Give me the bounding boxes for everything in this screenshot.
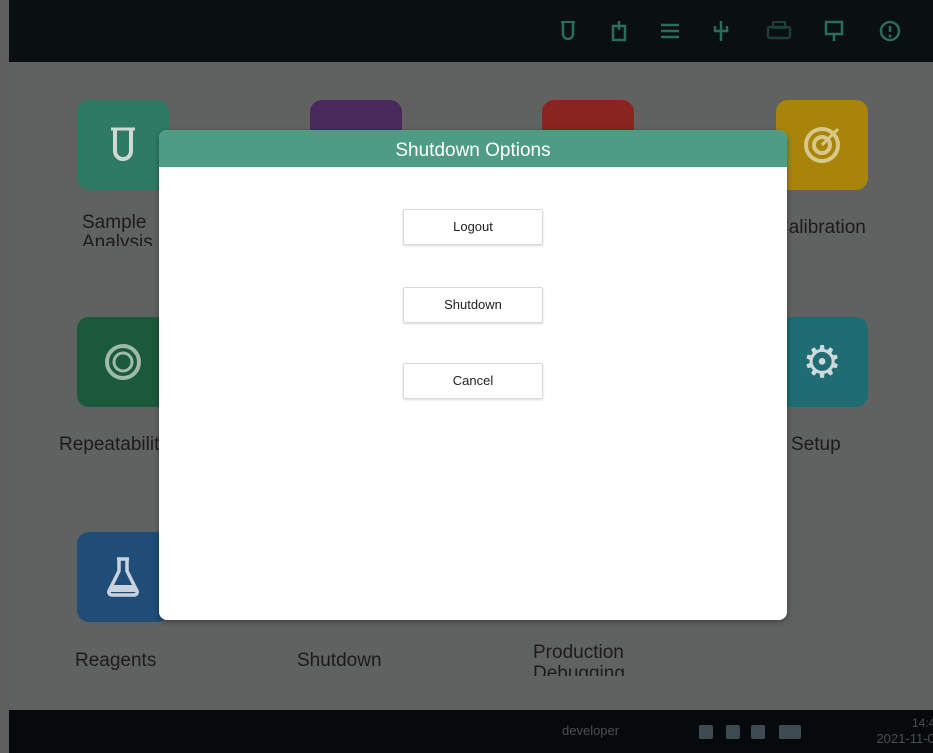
clock-date: 2021-11-04 bbox=[876, 731, 933, 746]
sample-tube-icon bbox=[77, 100, 169, 190]
flask-icon bbox=[77, 532, 169, 622]
repeatability-tile[interactable] bbox=[77, 317, 169, 407]
export-icon[interactable] bbox=[606, 18, 632, 44]
setup-tile[interactable]: ⚙ bbox=[776, 317, 868, 407]
reagents-tile[interactable] bbox=[77, 532, 169, 622]
shutdown-options-dialog: Shutdown Options Logout Shutdown Cancel bbox=[159, 130, 787, 620]
top-toolbar bbox=[9, 0, 933, 62]
sample-analysis-label-line2: Analysis bbox=[82, 232, 153, 246]
repeatability-label: Repeatability bbox=[59, 434, 169, 455]
clock: 14:49 2021-11-04 bbox=[865, 715, 933, 747]
target-icon bbox=[776, 100, 868, 190]
setup-label: Setup bbox=[791, 434, 841, 455]
clock-time: 14:49 bbox=[911, 716, 933, 730]
sample-analysis-label: Sample bbox=[82, 212, 147, 233]
tray-icon-2 bbox=[726, 725, 740, 739]
status-bar: developer 14:49 2021-11-04 bbox=[9, 710, 933, 753]
reagents-label: Reagents bbox=[75, 650, 157, 671]
printer-icon[interactable] bbox=[764, 18, 792, 44]
calibration-tile[interactable] bbox=[776, 100, 868, 190]
shutdown-label: Shutdown bbox=[297, 650, 382, 671]
repeat-circle-icon bbox=[77, 317, 169, 407]
calibration-label: Calibration bbox=[775, 217, 866, 238]
tray-icon-3 bbox=[751, 725, 765, 739]
tray-icon-1 bbox=[699, 725, 713, 739]
current-user: developer bbox=[562, 723, 620, 738]
usb-icon[interactable] bbox=[708, 18, 734, 44]
production-debugging-label-line2: Debugging bbox=[533, 663, 625, 676]
production-debugging-label: Production bbox=[533, 642, 624, 663]
gear-icon: ⚙ bbox=[802, 336, 842, 388]
logout-button[interactable]: Logout bbox=[403, 209, 543, 245]
dialog-title: Shutdown Options bbox=[159, 130, 787, 167]
sample-tube-icon[interactable] bbox=[555, 18, 581, 44]
info-icon[interactable] bbox=[877, 18, 903, 44]
shutdown-button[interactable]: Shutdown bbox=[403, 287, 543, 323]
menu-icon[interactable] bbox=[657, 18, 683, 44]
chat-icon[interactable] bbox=[821, 18, 847, 44]
cancel-button[interactable]: Cancel bbox=[403, 363, 543, 399]
sample-analysis-tile[interactable] bbox=[77, 100, 169, 190]
network-icon bbox=[779, 725, 801, 739]
